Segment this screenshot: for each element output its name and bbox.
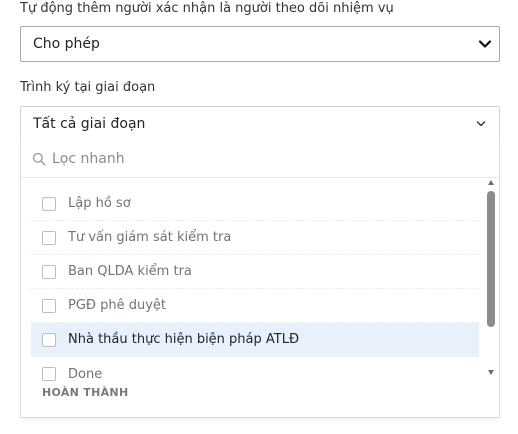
- checkbox-icon[interactable]: [42, 332, 56, 347]
- checkbox-icon[interactable]: [42, 196, 56, 211]
- stage-option-label: Lập hồ sơ: [68, 196, 131, 211]
- scroll-up-arrow-icon[interactable]: [488, 180, 494, 185]
- scrollbar-thumb[interactable]: [487, 191, 495, 327]
- signer-stage-dropdown: Lập hồ sơ Tư vấn giám sát kiểm tra Ban Q…: [20, 141, 500, 418]
- stage-option-label: Tư vấn giám sát kiểm tra: [68, 230, 232, 245]
- stage-option-label: Ban QLDA kiểm tra: [68, 264, 192, 279]
- auto-add-follower-value: Cho phép: [33, 36, 100, 52]
- signer-stage-value: Tất cả giai đoạn: [33, 116, 146, 132]
- checkbox-icon[interactable]: [42, 367, 56, 381]
- quick-filter-input[interactable]: [52, 151, 472, 167]
- stage-option-label: Nhà thầu thực hiện biện pháp ATLĐ: [68, 332, 300, 347]
- checkbox-icon[interactable]: [42, 298, 56, 313]
- checkbox-icon[interactable]: [42, 230, 56, 245]
- search-icon: [32, 152, 46, 166]
- dropdown-scrollbar[interactable]: [487, 178, 497, 377]
- stage-option-nha-thau-atld[interactable]: Nhà thầu thực hiện biện pháp ATLĐ: [31, 323, 479, 357]
- stage-option-ban-qlda[interactable]: Ban QLDA kiểm tra: [31, 255, 479, 289]
- checkbox-icon[interactable]: [42, 264, 56, 279]
- group-label-hoan-thanh: HOÀN THÀNH: [42, 386, 129, 399]
- stage-options-list: Lập hồ sơ Tư vấn giám sát kiểm tra Ban Q…: [31, 187, 481, 391]
- stage-option-label: PGĐ phê duyệt: [68, 298, 167, 313]
- stage-option-pgd-phe-duyet[interactable]: PGĐ phê duyệt: [31, 289, 479, 323]
- chevron-down-icon: [476, 121, 486, 127]
- signer-stage-select[interactable]: Tất cả giai đoạn: [20, 106, 500, 142]
- chevron-down-icon: [478, 40, 492, 48]
- settings-form: Tự động thêm người xác nhận là người the…: [0, 0, 518, 434]
- stage-option-label: Done: [68, 366, 103, 382]
- stage-option-lap-ho-so[interactable]: Lập hồ sơ: [31, 187, 479, 221]
- auto-add-follower-select[interactable]: Cho phép: [20, 26, 500, 62]
- auto-add-follower-label: Tự động thêm người xác nhận là người the…: [20, 1, 394, 16]
- scroll-down-arrow-icon[interactable]: [488, 370, 494, 375]
- quick-filter-row: [21, 141, 499, 178]
- signer-stage-label: Trình ký tại giai đoạn: [20, 80, 156, 95]
- stage-option-tu-van-giam-sat[interactable]: Tư vấn giám sát kiểm tra: [31, 221, 479, 255]
